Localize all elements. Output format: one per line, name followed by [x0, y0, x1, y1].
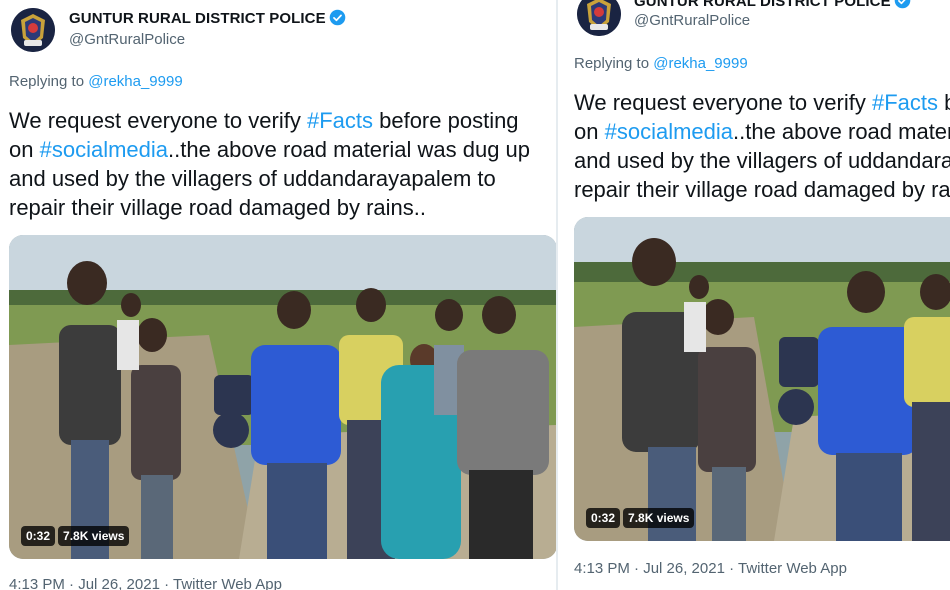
text-fragment: on: [9, 137, 34, 162]
police-emblem-icon: [11, 8, 55, 52]
tweet-timestamp[interactable]: 4:13 PM · Jul 26, 2021 · Twitter Web App: [574, 560, 847, 577]
account-handle[interactable]: @GntRuralPolice: [634, 12, 750, 29]
verified-badge-icon: [329, 9, 345, 26]
video-frame-image: [574, 217, 950, 541]
tweet-card-left: GUNTUR RURAL DISTRICT POLICE @GntRuralPo…: [0, 0, 556, 590]
video-frame-image: [9, 235, 556, 559]
tweet-card-right: GUNTUR RURAL DISTRICT POLICE @GntRuralPo…: [558, 0, 950, 590]
verified-badge-icon: [894, 0, 910, 9]
replying-to: Replying to @rekha_9999: [574, 55, 748, 72]
text-fragment: We request everyone to verify: [9, 108, 301, 133]
replying-handle-link[interactable]: @rekha_9999: [653, 55, 747, 72]
video-duration-badge: 0:32: [586, 508, 621, 528]
text-fragment: before posting: [938, 90, 950, 115]
account-name[interactable]: GUNTUR RURAL DISTRICT POLICE: [634, 0, 891, 10]
account-avatar[interactable]: [577, 0, 621, 36]
replying-prefix: Replying to: [9, 73, 85, 90]
account-name-row[interactable]: GUNTUR RURAL DISTRICT POLICE: [634, 0, 911, 10]
tweet-text-line: repair their village road damaged by rai…: [9, 195, 427, 220]
text-fragment: We request everyone to verify: [574, 90, 866, 115]
tweet-text: We request everyone to verify #Facts bef…: [9, 106, 530, 222]
video-badges: 0:32 7.8K views: [586, 508, 695, 528]
video-player[interactable]: 0:32 7.8K views: [9, 235, 556, 559]
hashtag-facts-link[interactable]: #Facts: [872, 90, 938, 115]
tweet-text-line: We request everyone to verify #Facts bef…: [9, 106, 530, 135]
tweet-text-line: repair their village road damaged by rai…: [574, 177, 950, 202]
tweet-text-line: and used by the villagers of uddandaraya…: [574, 148, 950, 173]
police-emblem-icon: [577, 0, 621, 36]
account-avatar[interactable]: [11, 8, 55, 52]
tweet-text-line: on #socialmedia..the above road material…: [574, 117, 950, 146]
text-fragment: on: [574, 119, 599, 144]
video-duration-badge: 0:32: [21, 526, 56, 546]
replying-to: Replying to @rekha_9999: [9, 73, 183, 90]
account-handle[interactable]: @GntRuralPolice: [69, 31, 185, 48]
video-badges: 0:32 7.8K views: [21, 526, 130, 546]
video-player[interactable]: 0:32 7.8K views: [574, 217, 950, 541]
video-views-badge: 7.8K views: [623, 508, 695, 528]
replying-prefix: Replying to: [574, 55, 650, 72]
account-name[interactable]: GUNTUR RURAL DISTRICT POLICE: [69, 10, 326, 27]
tweet-text-line: We request everyone to verify #Facts bef…: [574, 88, 950, 117]
video-views-badge: 7.8K views: [58, 526, 130, 546]
text-fragment: ..the above road material was dug up: [733, 119, 950, 144]
replying-handle-link[interactable]: @rekha_9999: [88, 73, 182, 90]
hashtag-facts-link[interactable]: #Facts: [307, 108, 373, 133]
tweet-timestamp[interactable]: 4:13 PM · Jul 26, 2021 · Twitter Web App: [9, 576, 282, 590]
tweet-text-line: and used by the villagers of uddandaraya…: [9, 166, 496, 191]
tweet-text-line: on #socialmedia..the above road material…: [9, 135, 530, 164]
hashtag-socialmedia-link[interactable]: #socialmedia: [605, 119, 733, 144]
tweet-text: We request everyone to verify #Facts bef…: [574, 88, 950, 204]
text-fragment: before posting: [373, 108, 519, 133]
account-name-row[interactable]: GUNTUR RURAL DISTRICT POLICE: [69, 9, 346, 27]
text-fragment: ..the above road material was dug up: [168, 137, 531, 162]
hashtag-socialmedia-link[interactable]: #socialmedia: [40, 137, 168, 162]
